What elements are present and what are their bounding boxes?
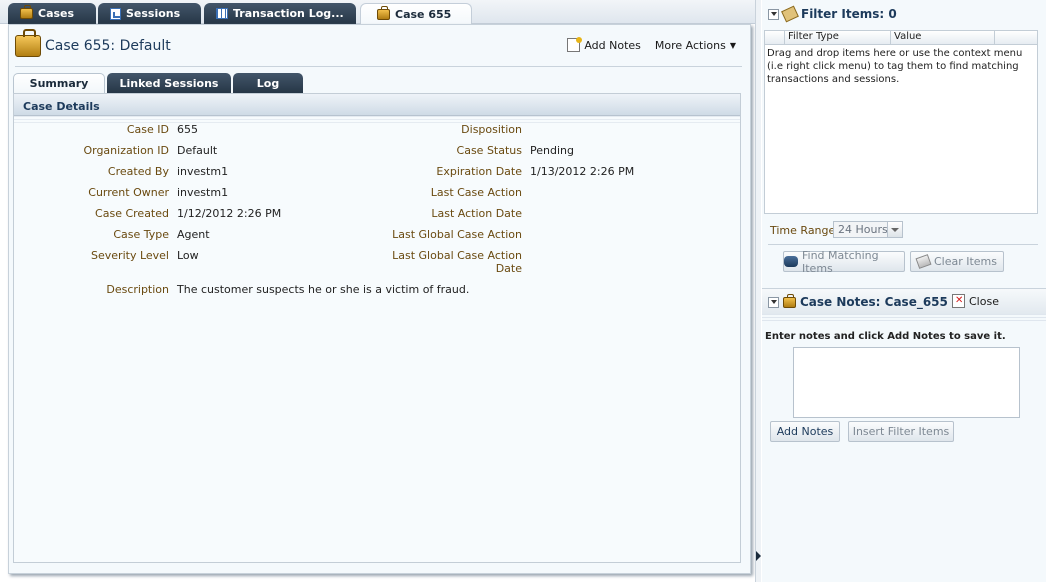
button-label: Add Notes (776, 425, 834, 438)
collapse-arrow-icon[interactable] (756, 551, 761, 561)
case-title: Case 655: Default (45, 38, 171, 54)
table-header: Filter Type Value (765, 31, 1037, 45)
add-notes-link[interactable]: Add Notes (567, 37, 641, 52)
filter-help-text: Drag and drop items here or use the cont… (767, 48, 1023, 85)
briefcase-icon (20, 5, 33, 19)
case-main-panel: Case 655: Default Add Notes More Actions… (8, 24, 751, 574)
close-notes-button[interactable]: Close (952, 294, 999, 308)
clear-items-button[interactable]: Clear Items (910, 251, 1004, 272)
chevron-down-icon (891, 228, 899, 232)
tab-label: Cases (38, 7, 75, 20)
field-label: Case Type (113, 228, 169, 241)
eraser-icon (915, 254, 932, 269)
field-value: Pending (530, 144, 574, 157)
case-notes-header: Case Notes: Case_655 (768, 293, 948, 309)
tab-case-655[interactable]: Case 655 (360, 3, 472, 25)
page-title: Case 655: Default (15, 29, 171, 57)
collapse-toggle-icon[interactable] (768, 296, 779, 308)
notes-textarea[interactable] (793, 347, 1020, 418)
tab-label: Log (256, 76, 280, 90)
field-value: 1/13/2012 2:26 PM (530, 165, 635, 178)
field-label: Last Action Date (431, 207, 522, 220)
filter-items-title: Filter Items: 0 (801, 7, 897, 21)
tab-log[interactable]: Log (233, 73, 303, 93)
tab-cases[interactable]: Cases (8, 3, 96, 24)
field-label: Description (106, 283, 169, 296)
field-label: Organization ID (83, 144, 169, 157)
case-details-panel: Case Details Case ID 655 Organization ID… (13, 93, 741, 563)
field-value: The customer suspects he or she is a vic… (177, 283, 470, 296)
button-label: Find Matching Items (802, 248, 879, 275)
briefcase-icon (15, 29, 41, 57)
briefcase-icon (377, 6, 390, 20)
time-range-value: 24 Hours (838, 223, 888, 236)
tab-summary[interactable]: Summary (13, 73, 105, 93)
add-notes-label: Add Notes (584, 38, 641, 52)
tab-label: Sessions (126, 7, 181, 20)
field-label: Current Owner (88, 186, 169, 199)
case-details-header: Case Details (14, 94, 740, 116)
chevron-down-icon: ▼ (729, 40, 736, 50)
case-actions: Add Notes More Actions ▼ (567, 37, 736, 52)
select-column (765, 31, 785, 44)
more-actions-label: More Actions (654, 38, 726, 52)
tab-transaction-log[interactable]: Transaction Log... (204, 3, 356, 24)
time-range-select[interactable]: 24 Hours (833, 221, 903, 238)
field-value: Agent (177, 228, 210, 241)
field-label: Case ID (126, 123, 169, 136)
field-label: Case Status (456, 144, 522, 157)
close-icon (952, 294, 965, 308)
case-notes-title: Case Notes: Case_655 (800, 295, 948, 309)
column-header-value[interactable]: Value (891, 31, 995, 44)
top-tab-bar: Cases Sessions Transaction Log... Case 6… (0, 0, 760, 25)
transaction-log-icon (216, 8, 228, 19)
close-label: Close (969, 294, 999, 308)
field-label: Severity Level (91, 249, 169, 262)
field-label: Case Created (95, 207, 169, 220)
button-label: Clear Items (933, 255, 998, 268)
find-matching-items-button[interactable]: Find Matching Items (783, 248, 905, 275)
tab-sessions[interactable]: Sessions (98, 3, 201, 24)
filter-items-table[interactable]: Filter Type Value Drag and drop items he… (764, 30, 1038, 214)
field-label: Created By (107, 165, 169, 178)
more-actions-menu[interactable]: More Actions ▼ (655, 39, 736, 52)
field-value: Low (177, 249, 199, 262)
tag-icon (781, 5, 799, 23)
field-label: Last Case Action (430, 186, 522, 199)
time-range-label: Time Range (770, 224, 836, 237)
tab-label: Case 655 (395, 8, 452, 21)
right-sidebar: Filter Items: 0 Filter Type Value Drag a… (762, 0, 1046, 582)
tab-linked-sessions[interactable]: Linked Sessions (107, 73, 231, 93)
divider (768, 244, 1038, 245)
notes-stripes (762, 314, 1046, 322)
field-label: Disposition (461, 123, 522, 136)
divider (15, 66, 742, 67)
field-label: Last Global Case Action (392, 228, 522, 241)
add-notes-button[interactable]: Add Notes (770, 421, 840, 442)
field-label: Last Global Case Action Date (392, 249, 522, 275)
column-header-filter-type[interactable]: Filter Type (785, 31, 891, 44)
filter-items-header: Filter Items: 0 (768, 5, 897, 23)
field-value: 1/12/2012 2:26 PM (177, 207, 282, 220)
field-value: Default (177, 144, 218, 157)
session-document-icon (110, 7, 121, 20)
field-value: investm1 (177, 186, 229, 199)
extra-column (995, 31, 1037, 44)
notes-instructions: Enter notes and click Add Notes to save … (765, 331, 1006, 342)
field-value: investm1 (177, 165, 229, 178)
panel-splitter[interactable] (755, 0, 761, 582)
field-label: Expiration Date (436, 165, 522, 178)
tab-label: Summary (29, 77, 89, 90)
button-label: Insert Filter Items (852, 425, 950, 438)
field-value: 655 (177, 123, 198, 136)
collapse-toggle-icon[interactable] (768, 8, 779, 20)
tab-label: Linked Sessions (119, 76, 219, 90)
insert-filter-items-button[interactable]: Insert Filter Items (848, 421, 954, 442)
briefcase-icon (783, 293, 796, 308)
add-note-icon (567, 37, 583, 52)
tab-label: Transaction Log... (233, 7, 344, 20)
binoculars-icon (784, 256, 798, 267)
